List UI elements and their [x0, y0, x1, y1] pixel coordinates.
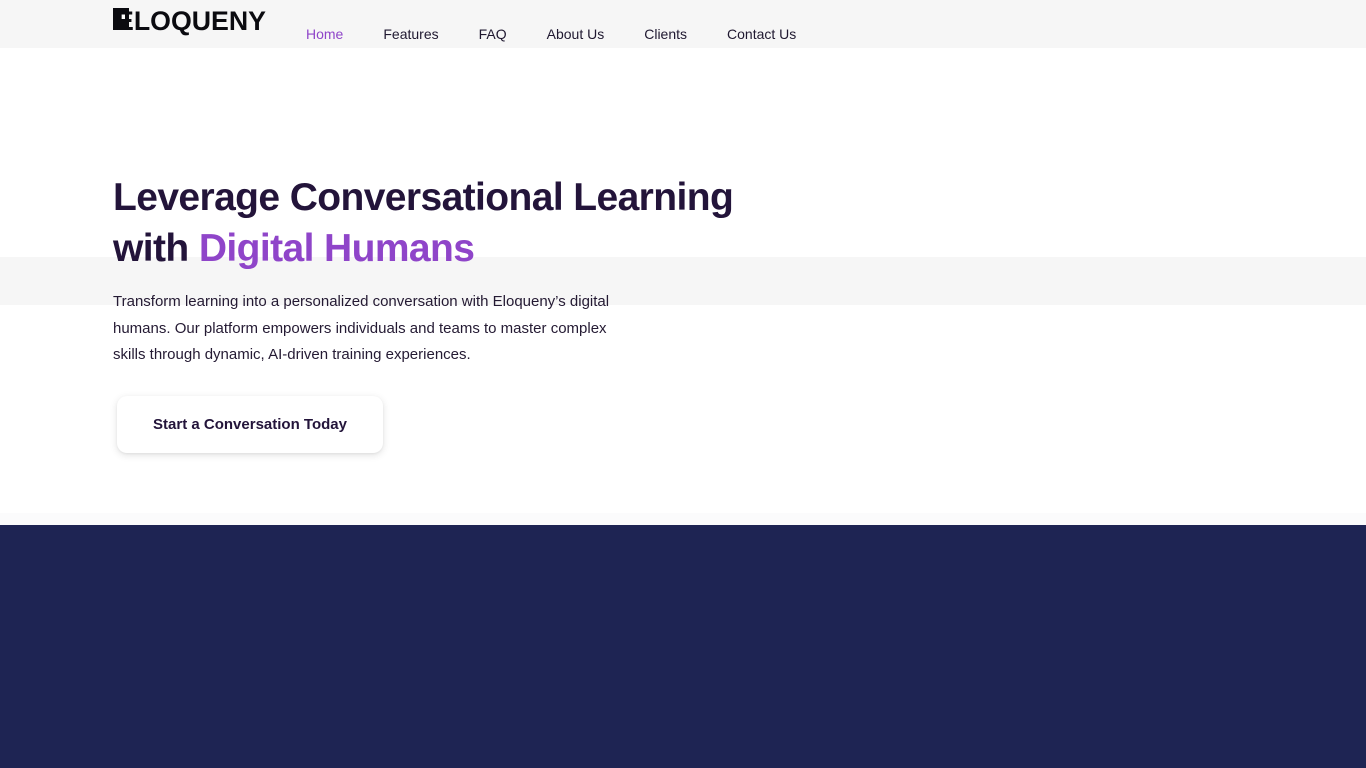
page: ELOQUENY Home Features FAQ About Us Clie…: [0, 0, 1366, 768]
nav-faq[interactable]: FAQ: [479, 20, 507, 48]
nav-contact-us[interactable]: Contact Us: [727, 20, 796, 48]
hero-title: Leverage Conversational Learning with Di…: [113, 172, 753, 274]
start-conversation-button[interactable]: Start a Conversation Today: [117, 396, 383, 453]
section-divider: [0, 513, 1366, 525]
navbar: ELOQUENY Home Features FAQ About Us Clie…: [113, 0, 836, 48]
nav-features[interactable]: Features: [383, 20, 438, 48]
eloqueny-logo-mark: ELOQUENY: [113, 6, 266, 36]
svg-text:ELOQUENY: ELOQUENY: [116, 6, 266, 36]
eloqueny-logo[interactable]: ELOQUENY: [113, 0, 267, 46]
hero-title-line1: Leverage Conversational Learning: [113, 176, 734, 219]
dark-section: [0, 525, 1366, 768]
main-nav: Home Features FAQ About Us Clients Conta…: [306, 20, 836, 48]
hero-section: Leverage Conversational Learning with Di…: [113, 172, 753, 369]
hero-description: Transform learning into a personalized c…: [113, 293, 610, 363]
hero-title-accent: Digital Humans: [198, 227, 475, 270]
hero-title-prefix: with: [113, 227, 189, 270]
nav-home[interactable]: Home: [306, 20, 343, 48]
nav-about-us[interactable]: About Us: [547, 20, 605, 48]
nav-clients[interactable]: Clients: [644, 20, 687, 48]
